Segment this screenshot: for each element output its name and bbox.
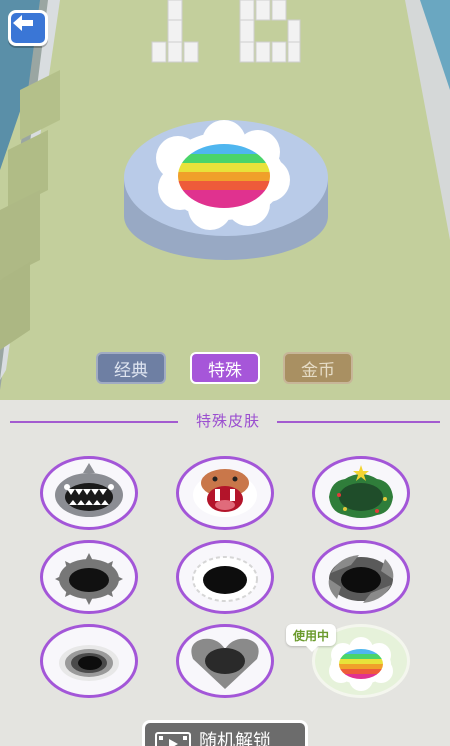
skin-walrus[interactable]: [176, 456, 274, 530]
tab-coin[interactable]: 金币: [283, 352, 353, 384]
panel-header: 特殊皮肤: [0, 410, 450, 434]
skin-sawblade[interactable]: [312, 540, 410, 614]
gear-hole-icon: [55, 553, 123, 605]
back-button[interactable]: [8, 10, 48, 46]
walrus-hole-icon: [193, 469, 257, 517]
divider: [277, 421, 440, 423]
christmas-tree-hole-icon: [329, 465, 393, 518]
divider: [10, 421, 178, 423]
tab-special[interactable]: 特殊: [190, 352, 260, 384]
scene-illustration: [0, 0, 450, 400]
skin-snowflake[interactable]: [176, 540, 274, 614]
vortex-hole-icon: [59, 645, 119, 681]
video-icon: [155, 732, 191, 746]
snowflake-hole-icon: [192, 556, 258, 602]
skin-vortex[interactable]: [40, 624, 138, 698]
tab-classic[interactable]: 经典: [96, 352, 166, 384]
game-scene: 经典 特殊 金币: [0, 0, 450, 400]
random-unlock-label: 随机解锁: [199, 731, 271, 746]
mode-tabs: 经典 特殊 金币: [0, 352, 450, 386]
random-unlock-button[interactable]: 随机解锁: [142, 720, 308, 746]
shark-hole-icon: [55, 463, 123, 517]
skin-heart[interactable]: [176, 624, 274, 698]
panel-title: 特殊皮肤: [195, 412, 260, 430]
skin-gear[interactable]: [40, 540, 138, 614]
in-use-badge: 使用中: [286, 624, 336, 652]
heart-hole-icon: [191, 638, 259, 689]
back-arrow-icon: [13, 15, 33, 31]
skin-christmas-tree[interactable]: [312, 456, 410, 530]
skin-shark[interactable]: [40, 456, 138, 530]
sawblade-hole-icon: [328, 555, 394, 603]
